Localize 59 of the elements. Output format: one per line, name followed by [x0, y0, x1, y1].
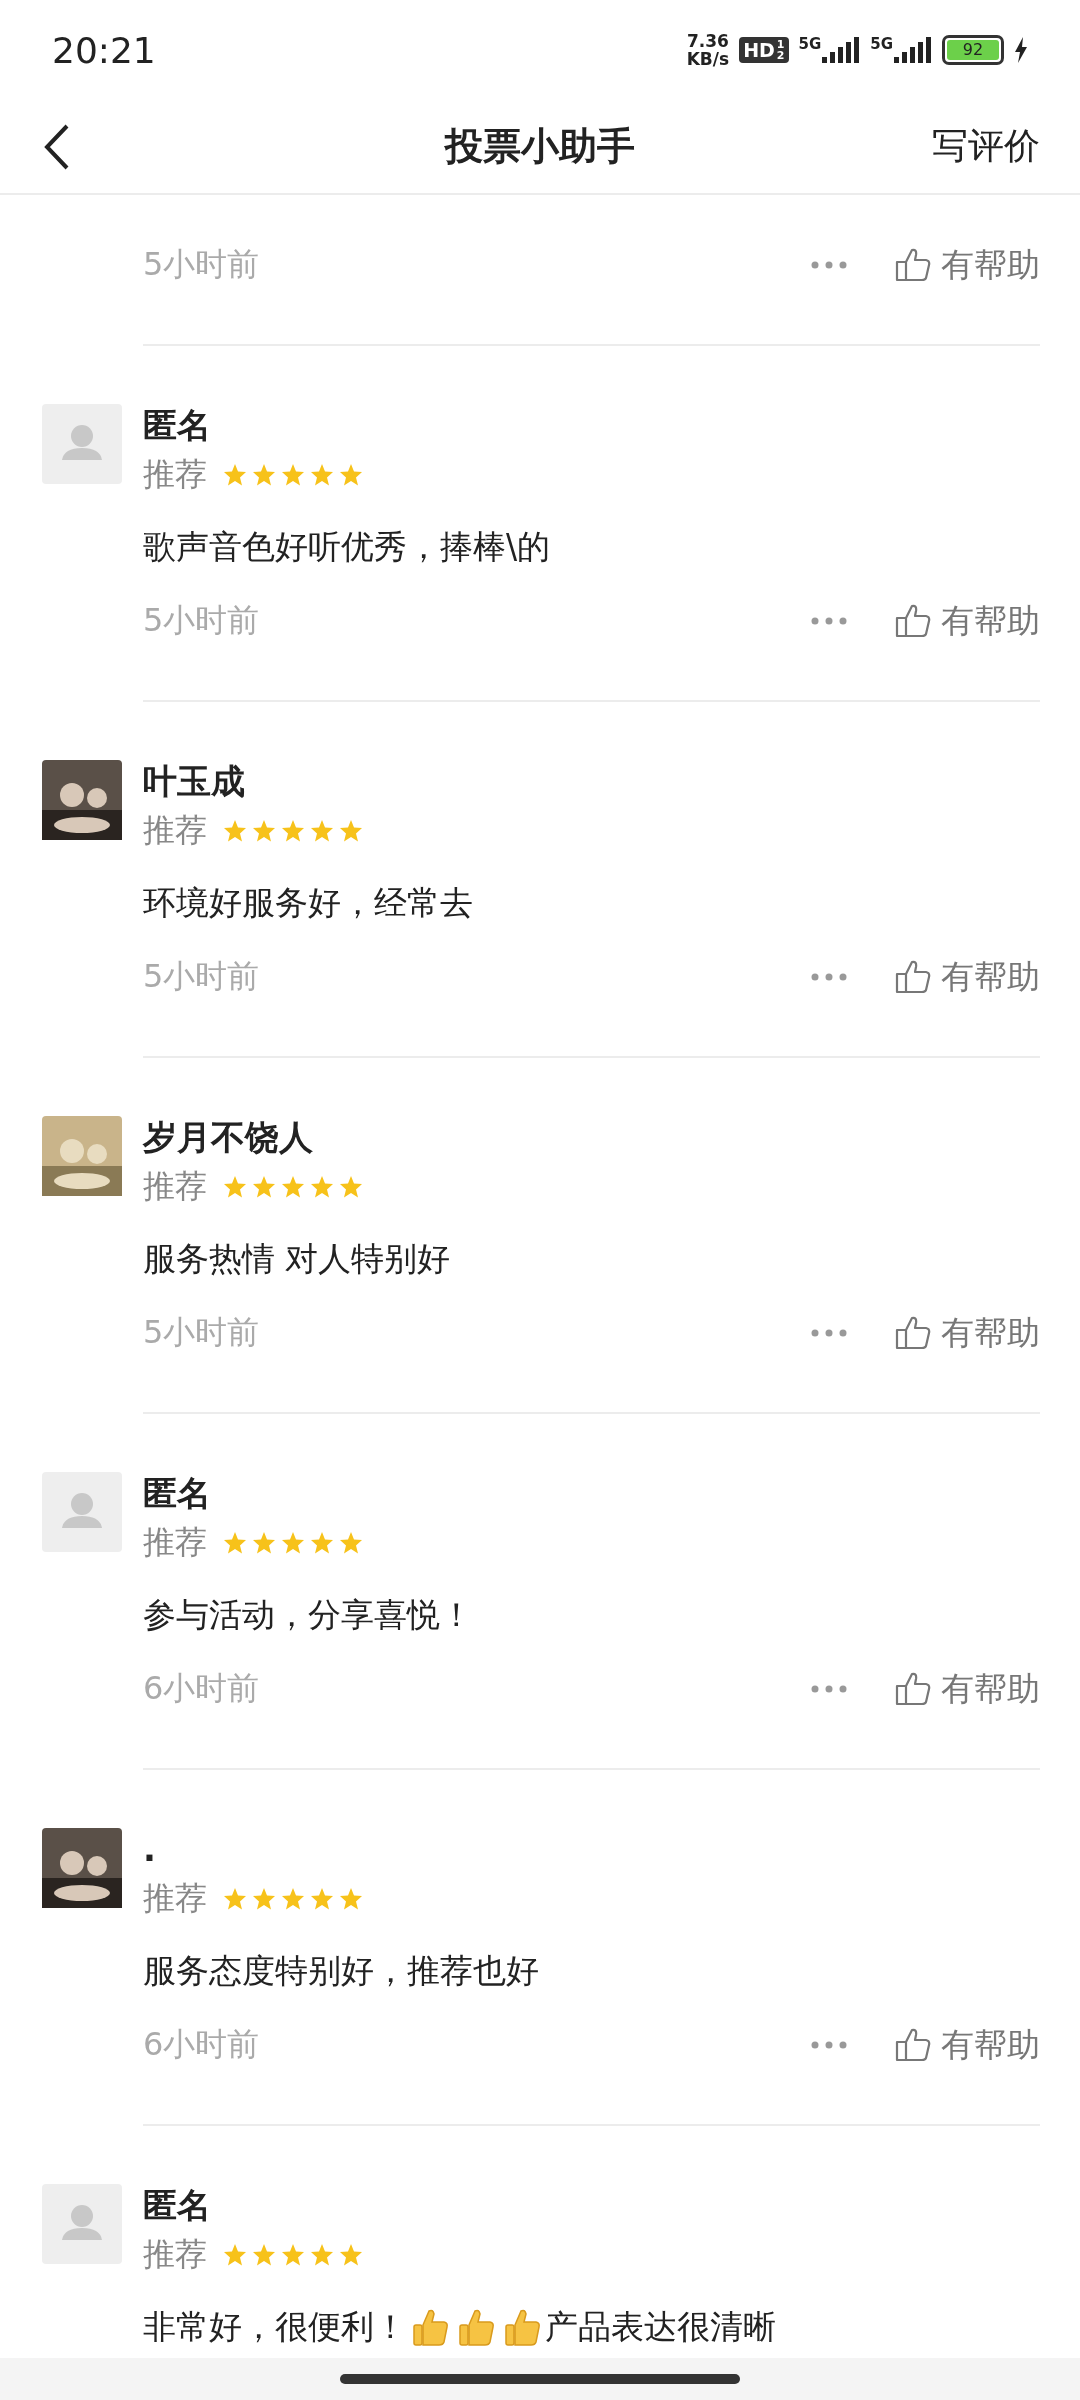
review-time: 5小时前	[143, 244, 261, 285]
helpful-button[interactable]: 有帮助	[895, 1666, 1040, 1712]
review-text: 参与活动，分享喜悦！	[143, 1594, 473, 1636]
review-time: 5小时前	[143, 956, 261, 997]
recommend-label: 推荐	[143, 810, 207, 851]
signal-icon	[822, 37, 861, 63]
reviewer-name: 匿名	[143, 1472, 212, 1515]
review-text: 环境好服务好，经常去	[143, 882, 473, 924]
more-icon[interactable]	[811, 617, 847, 625]
thumbs-up-icon	[895, 248, 931, 282]
review-time: 6小时前	[143, 2024, 261, 2065]
default-avatar-icon	[42, 2184, 122, 2264]
recommend-label: 推荐	[143, 1878, 207, 1919]
status-time: 20:21	[52, 29, 156, 71]
more-icon[interactable]	[811, 2041, 847, 2049]
review-text: 歌声音色好听优秀，捧棒\的	[143, 526, 551, 568]
more-icon[interactable]	[811, 1685, 847, 1693]
reviewer-name: .	[143, 1828, 157, 1871]
back-icon[interactable]	[44, 123, 70, 170]
more-icon[interactable]	[811, 261, 847, 269]
reviewer-name: 岁月不饶人	[143, 1116, 314, 1159]
battery-icon: 92	[942, 35, 1004, 65]
thumbs-up-icon	[895, 604, 931, 638]
more-icon[interactable]	[811, 973, 847, 981]
page-title: 投票小助手	[445, 123, 635, 170]
network-label: 5G	[798, 37, 822, 52]
thumbs-up-icon	[411, 2307, 449, 2347]
helpful-button[interactable]: 有帮助	[895, 2022, 1040, 2068]
review-time: 5小时前	[143, 600, 261, 641]
reviewer-name: 匿名	[143, 2184, 212, 2227]
thumbs-up-icon	[503, 2307, 541, 2347]
thumbs-up-icon	[457, 2307, 495, 2347]
review-text: 服务态度特别好，推荐也好	[143, 1950, 539, 1992]
helpful-button[interactable]: 有帮助	[895, 1310, 1040, 1356]
helpful-button[interactable]: 有帮助	[895, 954, 1040, 1000]
recommend-label: 推荐	[143, 1166, 207, 1207]
thumbs-up-icon	[895, 960, 931, 994]
helpful-button[interactable]: 有帮助	[895, 242, 1040, 288]
recommend-label: 推荐	[143, 2234, 207, 2275]
review-text: 产品表达很清晰	[545, 2306, 776, 2348]
reviewer-name: 叶玉成	[143, 760, 246, 803]
default-avatar-icon	[42, 404, 122, 484]
network-label: 5G	[870, 37, 893, 52]
thumbs-up-icon	[895, 1672, 931, 1706]
recommend-label: 推荐	[143, 454, 207, 495]
thumbs-up-icon	[895, 1316, 931, 1350]
default-avatar-icon	[42, 1472, 122, 1552]
review-text: 服务热情 对人特别好	[143, 1238, 451, 1280]
write-review-button[interactable]: 写评价	[932, 122, 1040, 171]
signal-icon	[894, 37, 932, 63]
review-time: 6小时前	[143, 1668, 261, 1709]
helpful-button[interactable]: 有帮助	[895, 598, 1040, 644]
more-icon[interactable]	[811, 1329, 847, 1337]
recommend-label: 推荐	[143, 1522, 207, 1563]
review-text: 非常好，很便利！	[143, 2306, 407, 2348]
network-speed: 7.36 KB/s	[686, 32, 730, 68]
review-time: 5小时前	[143, 1312, 261, 1353]
reviewer-name: 匿名	[143, 404, 212, 447]
thumbs-up-icon	[895, 2028, 931, 2062]
